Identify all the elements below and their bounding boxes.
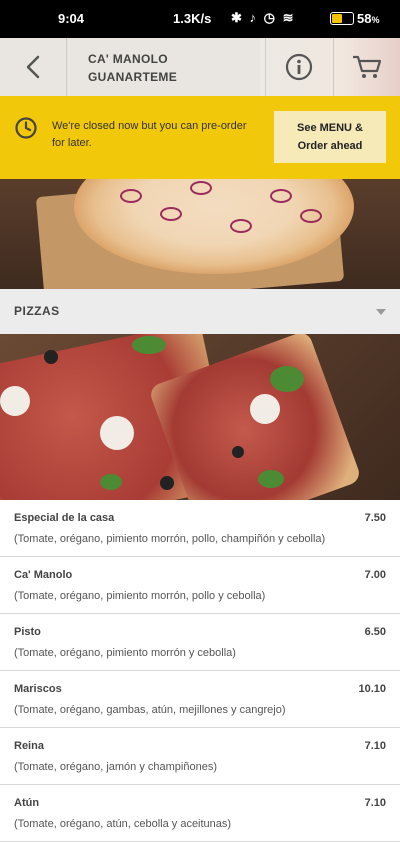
category-image (0, 334, 400, 500)
menu-item[interactable]: Especial de la casa 7.50 (Tomate, orégano,… (0, 500, 400, 557)
title-line-1: CA' MANOLO (88, 52, 168, 66)
info-button[interactable] (266, 38, 332, 96)
status-icons: ✱ ♪ ◷ ≋ (231, 10, 296, 26)
info-circle-icon (285, 53, 313, 81)
menu-item[interactable]: Pisto 6.50 (Tomate, orégano, pimiento morr… (0, 614, 400, 671)
category-title: PIZZAS (14, 304, 60, 318)
menu-item-description: (Tomate, orégano, gambas, atún, mejillon… (14, 704, 286, 716)
menu-item-price: 10.10 (358, 683, 386, 695)
menu-item-price: 7.10 (364, 740, 386, 752)
app-header: CA' MANOLO GUANARTEME (0, 38, 400, 96)
network-speed: 1.3K/s (173, 11, 212, 26)
menu-item[interactable]: Atún 7.10 (Tomate, orégano, atún, cebolla … (0, 785, 400, 842)
order-button-line-2: Order ahead (297, 140, 363, 152)
title-line-2: GUANARTEME (88, 70, 177, 84)
menu-item-description: (Tomate, orégano, pimiento morrón y cebo… (14, 647, 236, 659)
menu-item[interactable]: Mariscos 10.10 (Tomate, orégano, gambas, a… (0, 671, 400, 728)
menu-item-price: 7.50 (364, 512, 386, 524)
status-bar: 9:04 1.3K/s ✱ ♪ ◷ ≋ 58% (0, 0, 400, 38)
menu-list: Especial de la casa 7.50 (Tomate, orégano,… (0, 500, 400, 842)
wifi-icon: ≋ (282, 10, 296, 25)
cart-button[interactable] (334, 38, 400, 96)
order-button-line-1: See MENU & (296, 122, 364, 134)
restaurant-hero-image (0, 179, 400, 289)
menu-item-price: 7.10 (364, 797, 386, 809)
menu-item-price: 7.00 (364, 569, 386, 581)
menu-item-price: 6.50 (364, 626, 386, 638)
category-header-pizzas[interactable]: PIZZAS (0, 289, 400, 335)
menu-item-name: Pisto (14, 626, 41, 638)
back-button[interactable] (0, 38, 67, 96)
alarm-icon: ◷ (263, 10, 277, 25)
restaurant-title: CA' MANOLO GUANARTEME (88, 50, 177, 86)
status-time: 9:04 (58, 11, 85, 26)
menu-item-name: Especial de la casa (14, 512, 115, 524)
menu-item[interactable]: Reina 7.10 (Tomate, orégano, jamón y champ… (0, 728, 400, 785)
battery-percent: 58% (357, 11, 380, 26)
menu-item-description: (Tomate, orégano, atún, cebolla y aceitu… (14, 818, 232, 830)
menu-item[interactable]: Ca' Manolo 7.00 (Tomate, orégano, pimiento… (0, 557, 400, 614)
menu-item-name: Reina (14, 740, 44, 752)
bluetooth-icon: ✱ (231, 10, 244, 25)
closed-message: We're closed now but you can pre-order f… (52, 120, 247, 149)
battery-icon (330, 12, 354, 25)
closed-banner: We're closed now but you can pre-order f… (0, 96, 400, 179)
clock-icon (15, 117, 37, 139)
menu-item-name: Atún (14, 797, 40, 809)
menu-item-description: (Tomate, orégano, pimiento morrón, pollo… (14, 590, 266, 602)
mute-icon: ♪ (249, 10, 259, 25)
cart-icon (353, 55, 382, 78)
order-ahead-button[interactable]: See MENU & Order ahead (274, 111, 386, 163)
chevron-down-icon (376, 309, 386, 315)
menu-item-description: (Tomate, orégano, pimiento morrón, pollo… (14, 533, 326, 545)
menu-item-name: Ca' Manolo (14, 569, 73, 581)
menu-item-description: (Tomate, orégano, jamón y champiñones) (14, 761, 217, 773)
menu-item-name: Mariscos (14, 683, 62, 695)
chevron-left-icon (26, 55, 40, 79)
